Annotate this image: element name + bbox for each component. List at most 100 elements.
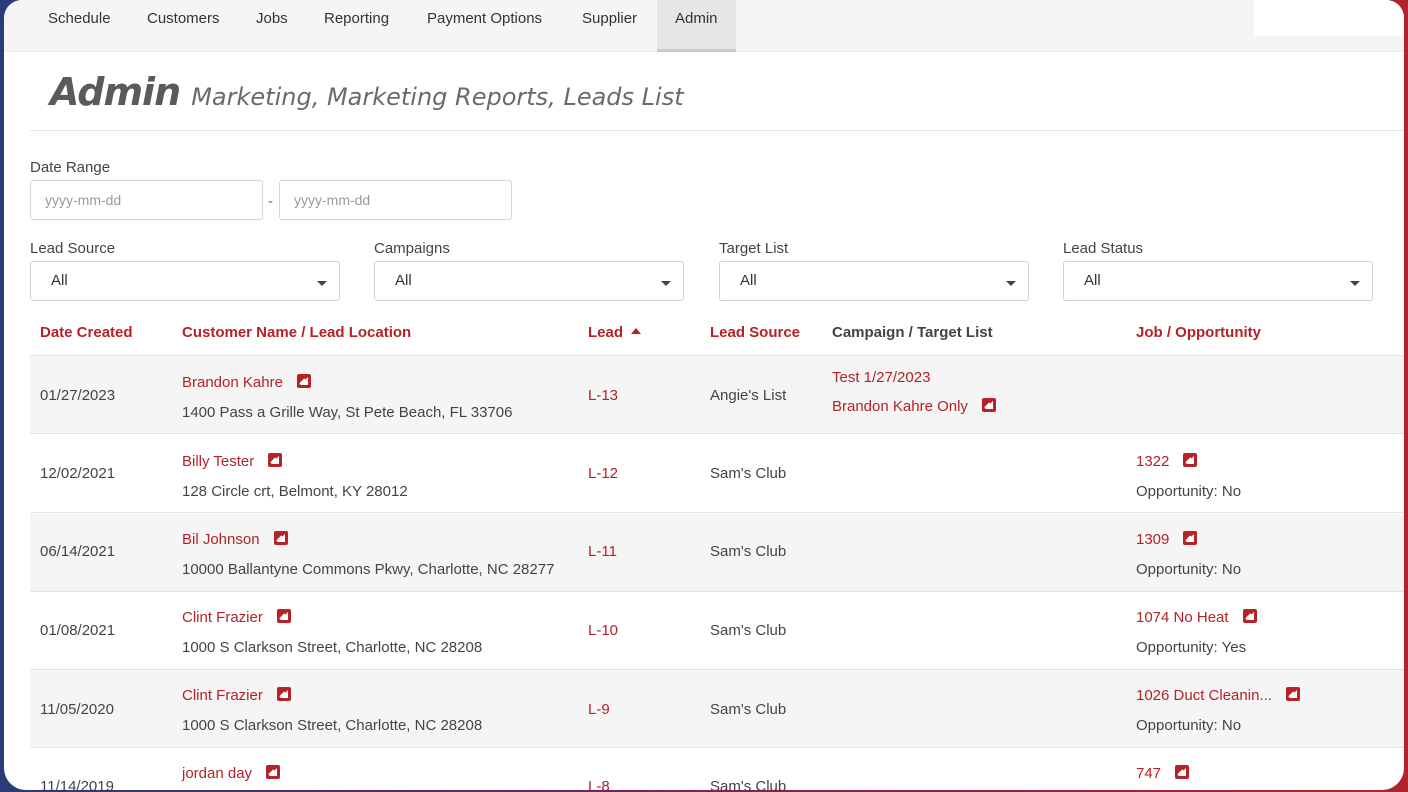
row-customer-name: jordan day	[182, 765, 253, 782]
top-navigation: Schedule Customers Jobs Reporting Paymen…	[4, 0, 1404, 52]
row-address: 10000 Ballantyne Commons Pkwy, Charlotte…	[182, 561, 555, 578]
table-row: 11/05/2020 Clint Frazier 1000 S Clarkson…	[30, 670, 1404, 748]
table-row: 01/08/2021 Clint Frazier 1000 S Clarkson…	[30, 592, 1404, 670]
external-link-icon[interactable]	[296, 374, 311, 388]
row-lead-link[interactable]: L-9	[588, 701, 610, 718]
lead-source-select[interactable]: All	[30, 261, 340, 301]
external-link-icon[interactable]	[1183, 453, 1198, 467]
row-customer-link[interactable]: Clint Frazier	[182, 687, 291, 704]
campaigns-select[interactable]: All	[374, 261, 684, 301]
chevron-down-icon	[661, 281, 671, 286]
row-lead-link[interactable]: L-10	[588, 622, 618, 639]
row-opportunity: Opportunity: No	[1136, 561, 1242, 578]
header-lead-source[interactable]: Lead Source	[710, 324, 800, 341]
row-address: 1000 S Clarkson Street, Charlotte, NC 28…	[182, 639, 483, 656]
row-customer-name: Bil Johnson	[182, 531, 260, 548]
table-row: 12/02/2021 Billy Tester 128 Circle crt, …	[30, 435, 1404, 513]
lead-source-label: Lead Source	[30, 240, 116, 257]
row-job-link[interactable]: 1322	[1136, 453, 1198, 470]
external-link-icon[interactable]	[268, 453, 283, 467]
header-customer[interactable]: Customer Name / Lead Location	[182, 324, 411, 341]
nav-payment-options[interactable]: Payment Options	[427, 0, 542, 52]
row-customer-link[interactable]: Brandon Kahre	[182, 374, 311, 391]
external-link-icon[interactable]	[1242, 609, 1257, 623]
external-link-icon[interactable]	[1183, 531, 1198, 545]
target-list-label: Target List	[719, 240, 789, 257]
row-lead-link[interactable]: L-11	[588, 543, 617, 560]
row-date: 06/14/2021	[40, 543, 116, 560]
chevron-down-icon	[1006, 281, 1016, 286]
header-job[interactable]: Job / Opportunity	[1136, 324, 1261, 341]
row-job-link[interactable]: 1309	[1136, 531, 1198, 548]
external-link-icon[interactable]	[273, 531, 288, 545]
row-job-number: 1026 Duct Cleanin...	[1136, 687, 1272, 704]
target-list-value: All	[740, 272, 757, 289]
row-customer-link[interactable]: Bil Johnson	[182, 531, 288, 548]
header-lead[interactable]: Lead	[588, 324, 642, 341]
lead-status-label: Lead Status	[1063, 240, 1144, 257]
lead-source-value: All	[51, 272, 68, 289]
row-lead-source: Sam's Club	[710, 701, 787, 718]
title-divider	[30, 130, 1404, 131]
row-lead-source: Sam's Club	[710, 778, 787, 790]
page-title: Admin Marketing, Marketing Reports, Lead…	[50, 70, 684, 114]
nav-supplier[interactable]: Supplier	[582, 0, 637, 52]
date-from-input[interactable]: yyyy-mm-dd	[30, 180, 263, 220]
row-lead-link[interactable]: L-12	[588, 465, 618, 482]
row-opportunity: Opportunity: No	[1136, 483, 1242, 500]
external-link-icon[interactable]	[276, 609, 291, 623]
page-title-main: Admin	[50, 70, 181, 114]
row-job-number: 1322	[1136, 453, 1170, 470]
lead-status-value: All	[1084, 272, 1101, 289]
row-customer-name: Clint Frazier	[182, 687, 263, 704]
row-opportunity: Opportunity: Yes	[1136, 639, 1247, 656]
external-link-icon[interactable]	[266, 765, 281, 779]
row-lead-source: Sam's Club	[710, 543, 787, 560]
row-date: 12/02/2021	[40, 465, 116, 482]
sort-ascending-icon	[631, 328, 642, 335]
target-list-select[interactable]: All	[719, 261, 1029, 301]
chevron-down-icon	[1350, 281, 1360, 286]
date-to-input[interactable]: yyyy-mm-dd	[279, 180, 512, 220]
row-lead-source: Sam's Club	[710, 465, 787, 482]
row-job-number: 1309	[1136, 531, 1170, 548]
row-lead-source: Sam's Club	[710, 622, 787, 639]
row-address: 1400 Pass a Grille Way, St Pete Beach, F…	[182, 404, 513, 421]
nav-customers[interactable]: Customers	[147, 0, 220, 52]
campaigns-value: All	[395, 272, 412, 289]
row-target-link[interactable]: Brandon Kahre Only	[832, 398, 996, 415]
row-campaign-link[interactable]: Test 1/27/2023	[832, 369, 930, 386]
lead-status-select[interactable]: All	[1063, 261, 1373, 301]
external-link-icon[interactable]	[981, 398, 996, 412]
row-job-link[interactable]: 1026 Duct Cleanin...	[1136, 687, 1300, 704]
row-customer-name: Billy Tester	[182, 453, 255, 470]
external-link-icon[interactable]	[1175, 765, 1190, 779]
nav-schedule[interactable]: Schedule	[48, 0, 111, 52]
row-lead-link[interactable]: L-13	[588, 387, 618, 404]
row-job-link[interactable]: 1074 No Heat	[1136, 609, 1257, 626]
header-lead-label: Lead	[588, 324, 624, 341]
row-date: 01/08/2021	[40, 622, 116, 639]
table-row: 06/14/2021 Bil Johnson 10000 Ballantyne …	[30, 514, 1404, 592]
page-title-breadcrumb: Marketing, Marketing Reports, Leads List	[191, 83, 684, 111]
nav-admin[interactable]: Admin	[657, 0, 736, 52]
row-customer-link[interactable]: jordan day	[182, 765, 281, 782]
app-window: Schedule Customers Jobs Reporting Paymen…	[4, 0, 1404, 790]
nav-jobs[interactable]: Jobs	[256, 0, 288, 52]
row-customer-link[interactable]: Clint Frazier	[182, 609, 291, 626]
header-campaign: Campaign / Target List	[832, 324, 993, 341]
row-lead-link[interactable]: L-8	[588, 778, 610, 790]
header-date-created[interactable]: Date Created	[40, 324, 133, 341]
row-date: 01/27/2023	[40, 387, 116, 404]
row-customer-link[interactable]: Billy Tester	[182, 453, 283, 470]
external-link-icon[interactable]	[1285, 687, 1300, 701]
row-customer-name: Clint Frazier	[182, 609, 263, 626]
row-date: 11/14/2019	[40, 778, 114, 790]
nav-reporting[interactable]: Reporting	[324, 0, 389, 52]
row-opportunity: Opportunity: No	[1136, 717, 1242, 734]
external-link-icon[interactable]	[276, 687, 291, 701]
row-job-link[interactable]: 747	[1136, 765, 1190, 782]
table-row: 01/27/2023 Brandon Kahre 1400 Pass a Gri…	[30, 356, 1404, 434]
search-input[interactable]	[1254, 0, 1404, 36]
date-separator: -	[268, 193, 273, 210]
